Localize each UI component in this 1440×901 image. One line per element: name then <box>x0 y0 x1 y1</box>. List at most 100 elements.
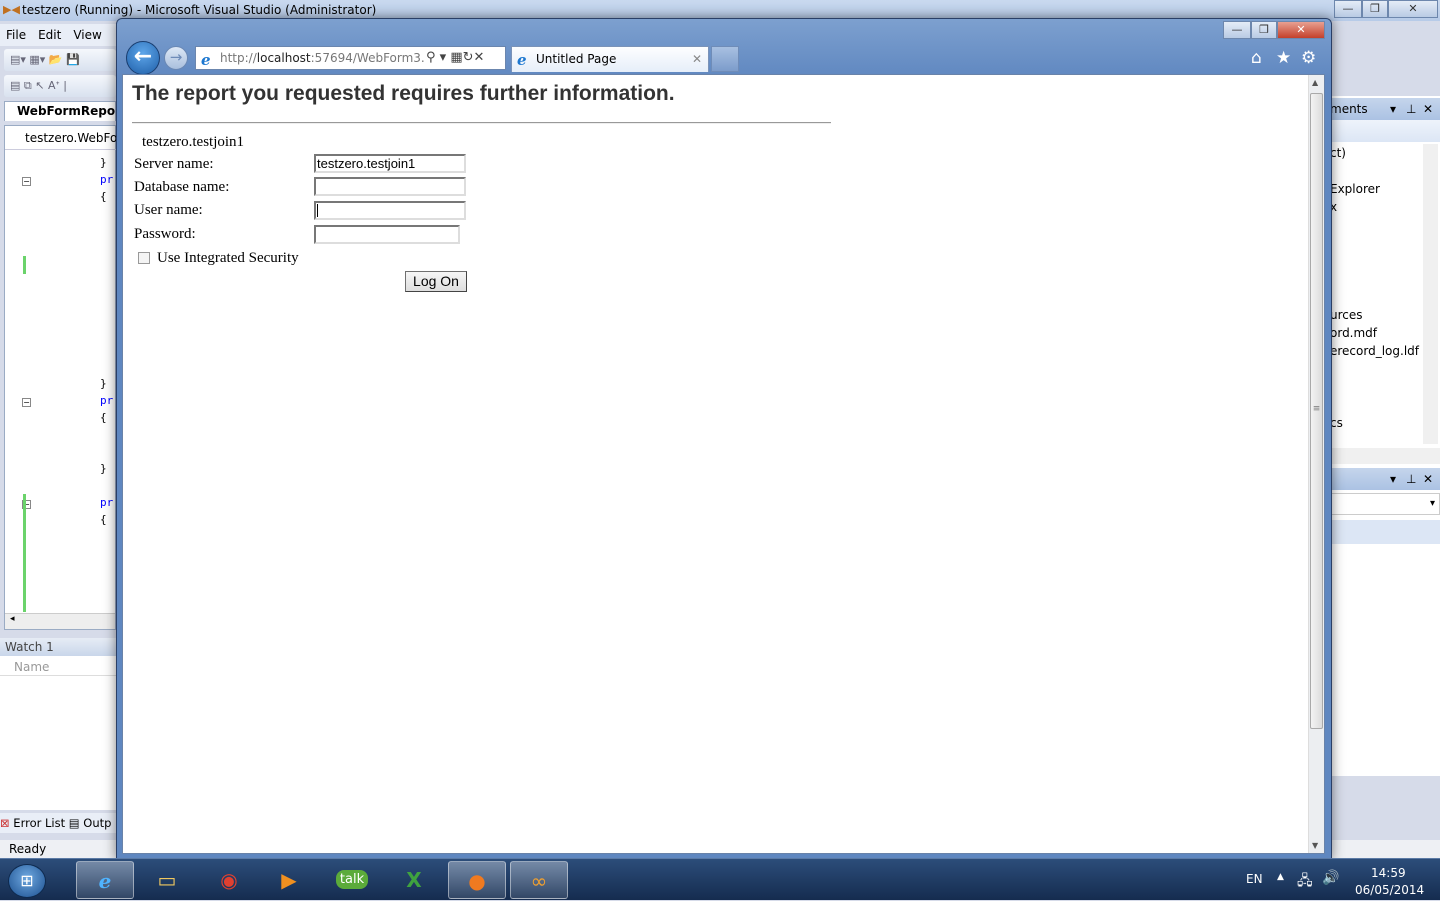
url-prefix: http:// <box>220 51 257 65</box>
scroll-thumb[interactable]: ≡ <box>1310 93 1323 729</box>
solution-explorer-pane: ments ▾ ⊥ ✕ ct) Explorer x urces ord.mdf er… <box>1330 96 1440 776</box>
pane-title: ments <box>1330 102 1368 116</box>
tree-item[interactable]: urces <box>1330 308 1363 322</box>
code-line: pr <box>100 394 114 407</box>
properties-object-dropdown[interactable]: ▾ <box>1330 493 1440 515</box>
pin-icon[interactable]: ⊥ <box>1406 98 1416 120</box>
server-name-label: Server name: <box>134 156 214 172</box>
clock-date[interactable]: 06/05/2014 <box>1355 883 1424 897</box>
close-icon[interactable]: ✕ <box>1423 98 1433 120</box>
tab-close-icon[interactable]: ✕ <box>692 47 702 71</box>
start-button[interactable]: ⊞ <box>8 864 46 898</box>
integrated-security-checkbox[interactable] <box>138 252 150 264</box>
editor-hscrollbar[interactable]: ◂ <box>5 613 115 629</box>
url-host: localhost <box>256 51 311 65</box>
address-tools: ⚲ ▾ ▦↻✕ <box>424 47 485 69</box>
datasource-name: testzero.testjoin1 <box>142 134 245 150</box>
forward-button[interactable]: → <box>164 46 188 70</box>
taskbar-visual-studio-icon[interactable]: ∞ <box>510 861 568 899</box>
ie-page-icon: e <box>201 51 211 69</box>
code-line: pr <box>100 173 114 186</box>
watch-title: Watch 1 <box>0 638 118 656</box>
tab-untitled-page[interactable]: e Untitled Page ✕ <box>511 46 709 72</box>
status-text: Ready <box>9 842 47 856</box>
error-list-label: Error List <box>13 816 66 830</box>
tools-gear-icon[interactable]: ⚙ <box>1301 48 1316 68</box>
user-name-input[interactable] <box>314 201 466 220</box>
taskbar-internet-explorer-icon[interactable]: e <box>76 861 134 899</box>
menu-file[interactable]: File <box>0 24 32 46</box>
menu-view[interactable]: View <box>67 24 107 46</box>
volume-icon[interactable]: 🔊 <box>1322 870 1339 886</box>
vs-title: testzero (Running) - Microsoft Visual St… <box>22 3 377 17</box>
ie-window: — ❐ ✕ ← → e http://localhost:57694/WebFo… <box>116 18 1332 860</box>
address-bar[interactable]: e http://localhost:57694/WebForm3.asp ⚲ … <box>195 46 506 70</box>
page-title: The report you requested requires furthe… <box>132 82 675 105</box>
back-button[interactable]: ← <box>126 41 160 75</box>
taskbar-firefox-icon[interactable]: ● <box>448 861 506 899</box>
search-icon[interactable]: ⚲ <box>426 50 436 65</box>
scroll-up-icon[interactable]: ▲ <box>1312 78 1318 87</box>
taskbar-excel-icon[interactable]: X <box>385 861 443 899</box>
close-icon[interactable]: ✕ <box>1423 468 1433 490</box>
password-input[interactable] <box>314 225 460 244</box>
vs-minimize-button[interactable]: — <box>1334 0 1362 18</box>
pane-menu-icon[interactable]: ▾ <box>1390 468 1396 490</box>
collapse-icon[interactable]: − <box>22 398 31 407</box>
ie-minimize-button[interactable]: — <box>1223 21 1251 39</box>
dropdown-icon[interactable]: ▾ <box>440 50 447 65</box>
integrated-security-label[interactable]: Use Integrated Security <box>157 250 299 267</box>
compat-view-icon[interactable]: ▦ <box>450 50 462 65</box>
vs-close-button[interactable]: ✕ <box>1388 0 1438 18</box>
clock-time[interactable]: 14:59 <box>1371 866 1406 880</box>
tree-item[interactable]: Explorer <box>1330 182 1380 196</box>
language-indicator[interactable]: EN <box>1246 872 1263 886</box>
watch-column-name[interactable]: Name <box>0 658 118 676</box>
divider <box>132 122 831 124</box>
network-icon[interactable]: 🖧 <box>1297 870 1313 894</box>
code-line: } <box>100 156 107 169</box>
home-icon[interactable]: ⌂ <box>1251 48 1262 68</box>
document-tab[interactable]: WebFormReport1 <box>4 101 116 121</box>
taskbar-media-player-icon[interactable]: ▶ <box>260 861 318 899</box>
taskbar-file-explorer-icon[interactable]: ▭ <box>138 861 196 899</box>
refresh-icon[interactable]: ↻ <box>463 50 474 65</box>
ie-close-button[interactable]: ✕ <box>1277 21 1325 39</box>
pin-icon[interactable]: ⊥ <box>1406 468 1416 490</box>
database-name-input[interactable] <box>314 177 466 196</box>
scroll-down-icon[interactable]: ▼ <box>1312 841 1318 850</box>
output-tab[interactable]: ▤ Outp <box>69 816 112 830</box>
menu-edit[interactable]: Edit <box>32 24 67 46</box>
class-combo-value: testzero.WebForm <box>25 131 117 145</box>
class-combo[interactable]: testzero.WebForm <box>5 126 117 150</box>
vs-toolbar-standard[interactable]: ▤▾ ▦▾ 📂 💾 <box>4 49 116 71</box>
favorites-star-icon[interactable]: ★ <box>1276 48 1291 68</box>
code-line: { <box>100 513 107 526</box>
new-tab-button[interactable] <box>711 46 739 72</box>
tree-item[interactable]: ct) <box>1330 146 1346 160</box>
taskbar-chrome-icon[interactable]: ◉ <box>200 861 258 899</box>
tab-title: Untitled Page <box>536 52 617 66</box>
user-name-label: User name: <box>134 202 203 218</box>
show-hidden-icons-icon[interactable]: ▲ <box>1277 872 1284 882</box>
tree-item[interactable]: ord.mdf <box>1330 326 1377 340</box>
code-editor[interactable]: testzero.WebForm } pr { } pr { } pr { − … <box>4 125 117 630</box>
page-vscrollbar[interactable]: ▲ ≡ ▼ <box>1308 75 1324 853</box>
pane-vscrollbar[interactable] <box>1423 144 1438 444</box>
stop-icon[interactable]: ✕ <box>474 50 485 65</box>
server-name-input[interactable]: testzero.testjoin1 <box>314 154 466 173</box>
pane-menu-icon[interactable]: ▾ <box>1390 98 1396 120</box>
text-cursor <box>317 204 318 217</box>
error-list-tab[interactable]: ⊠ Error List <box>0 816 65 830</box>
ie-restore-button[interactable]: ❐ <box>1251 21 1277 39</box>
taskbar-google-talk-icon[interactable]: talk <box>323 861 381 899</box>
pane-hscrollbar[interactable] <box>1330 448 1440 464</box>
vs-toolbar-layout[interactable]: ▤ ⧉ ↖ Aᐩ | <box>4 75 116 97</box>
log-on-button[interactable]: Log On <box>405 271 467 292</box>
tree-item[interactable]: erecord_log.ldf <box>1330 344 1419 358</box>
collapse-icon[interactable]: − <box>22 177 31 186</box>
system-tray: EN ▲ 🖧 🔊 14:59 06/05/2014 <box>1240 859 1440 901</box>
pane-header: ments ▾ ⊥ ✕ <box>1330 98 1440 120</box>
database-name-label: Database name: <box>134 179 230 195</box>
vs-restore-button[interactable]: ❐ <box>1362 0 1388 18</box>
